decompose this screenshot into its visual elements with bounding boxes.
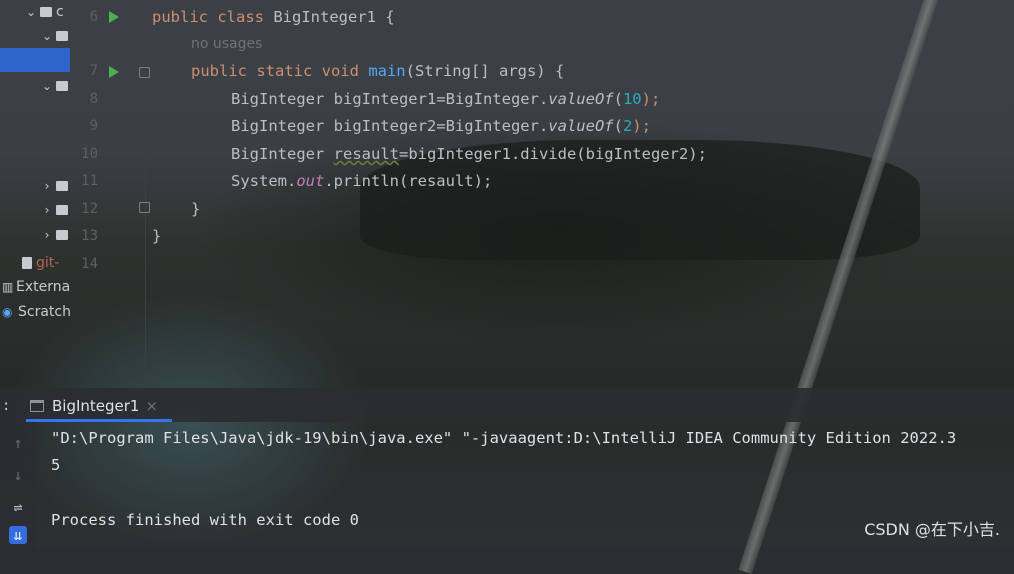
folder-icon: [56, 31, 68, 41]
folder-icon: [56, 205, 68, 215]
run-tab-label: BigInteger1: [52, 397, 140, 415]
code-line-6: public class BigInteger1 {: [152, 8, 395, 26]
tree-item[interactable]: ⌄: [38, 24, 72, 48]
run-main-icon[interactable]: [109, 66, 119, 78]
watermark: CSDN @在下小吉.: [864, 520, 1000, 539]
tree-item[interactable]: ›: [38, 223, 72, 247]
console-output-line: "D:\Program Files\Java\jdk-19\bin\java.e…: [51, 429, 957, 447]
line-number: 8: [89, 91, 98, 107]
run-toolbar: ↑ ↓ ⇌ ⇊: [0, 422, 36, 548]
code-line-13: }: [152, 227, 162, 245]
code-line-11: System.out.println(resault);: [231, 172, 493, 190]
chevron-right-icon[interactable]: ›: [38, 179, 56, 193]
run-tab[interactable]: BigInteger1 ×: [30, 394, 158, 418]
tree-item[interactable]: ›: [38, 198, 72, 222]
chevron-right-icon[interactable]: ›: [38, 203, 56, 217]
selected-tree-row[interactable]: [0, 48, 70, 72]
console-output-line: 5: [51, 456, 61, 474]
tree-item-git[interactable]: git-: [22, 251, 59, 275]
tree-item[interactable]: ›: [38, 174, 72, 198]
code-line-12: }: [191, 200, 201, 218]
folder-icon: [40, 7, 52, 17]
line-number: 9: [89, 118, 98, 134]
soft-wrap-icon[interactable]: ⇌: [9, 498, 27, 516]
folder-icon: [56, 230, 68, 240]
inlay-hint-usages[interactable]: no usages: [191, 36, 262, 52]
line-number: 6: [89, 9, 98, 25]
console-icon: [30, 400, 44, 412]
scroll-to-end-icon[interactable]: ⇊: [9, 526, 27, 544]
project-panel: ⌄ c ⌄ ⌄ › › › git- ▥ Externa ◉ Scratch: [0, 0, 72, 388]
run-label-colon: :: [2, 398, 11, 414]
code-line-8: BigInteger bigInteger1=BigInteger.valueO…: [231, 90, 661, 108]
line-number: 10: [81, 146, 98, 162]
chevron-right-icon[interactable]: ›: [38, 228, 56, 242]
tree-item-scratches[interactable]: ◉ Scratch: [2, 300, 71, 324]
file-icon: [22, 257, 32, 269]
folder-icon: [56, 181, 68, 191]
console-output-line: Process finished with exit code 0: [51, 511, 359, 529]
library-icon: ▥: [2, 280, 14, 294]
scratch-icon: ◉: [2, 305, 13, 319]
code-line-10: BigInteger resault=bigInteger1.divide(bi…: [231, 145, 707, 163]
active-tab-indicator: [26, 419, 172, 422]
line-number: 11: [81, 173, 98, 189]
line-number: 14: [81, 256, 98, 272]
chevron-down-icon[interactable]: ⌄: [22, 5, 40, 19]
code-line-9: BigInteger bigInteger2=BigInteger.valueO…: [231, 117, 651, 135]
line-number: 12: [81, 201, 98, 217]
tree-item[interactable]: ⌄: [38, 74, 72, 98]
line-number: 13: [81, 228, 98, 244]
line-number: 7: [89, 63, 98, 79]
folder-icon: [56, 81, 68, 91]
tree-item[interactable]: ⌄ c: [22, 0, 64, 24]
run-class-icon[interactable]: [109, 11, 119, 23]
chevron-down-icon[interactable]: ⌄: [38, 79, 56, 93]
tree-item-external-libraries[interactable]: ▥ Externa: [2, 275, 70, 299]
chevron-down-icon[interactable]: ⌄: [38, 29, 56, 43]
close-tab-icon[interactable]: ×: [145, 397, 158, 415]
arrow-down-icon[interactable]: ↓: [9, 466, 27, 484]
code-line-7: public static void main(String[] args) {: [191, 62, 565, 80]
arrow-up-icon[interactable]: ↑: [9, 434, 27, 452]
